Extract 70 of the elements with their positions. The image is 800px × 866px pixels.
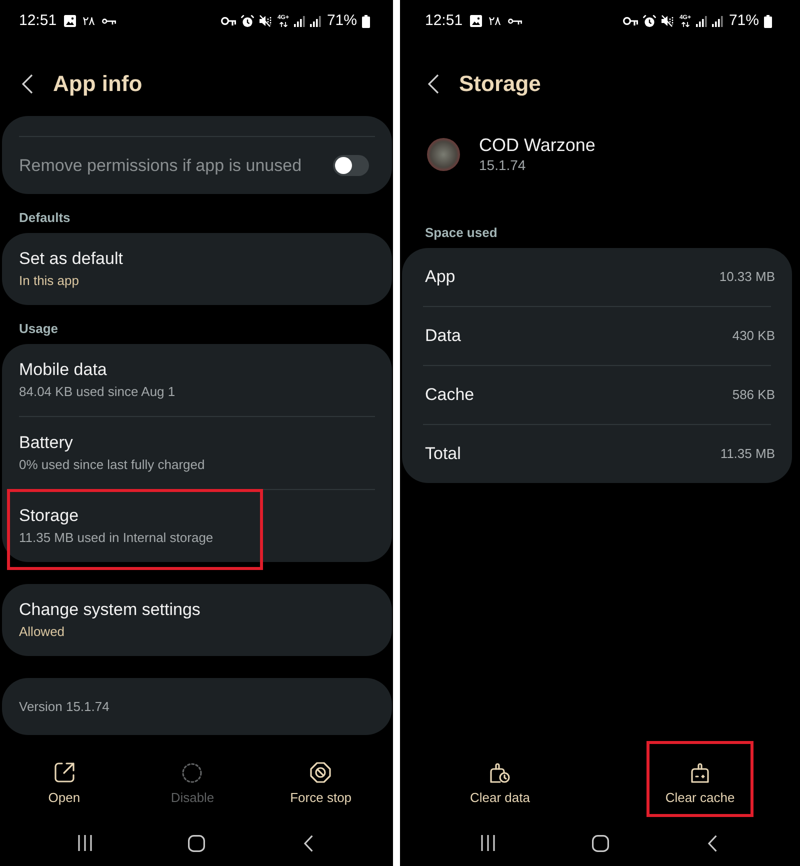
screen-title: Storage: [459, 70, 541, 98]
app-version: 15.1.74: [479, 156, 527, 174]
image-icon: [64, 15, 76, 27]
status-time: 12:51: [425, 12, 463, 30]
setting-title[interactable]: Set as default: [19, 248, 375, 270]
app-icon: [427, 138, 460, 170]
storage-value: 586 KB: [732, 386, 775, 404]
data-arrows-icon: [680, 22, 690, 27]
battery-percent: 71%: [326, 12, 357, 30]
back-icon: [22, 74, 32, 94]
open-button[interactable]: Open: [48, 750, 80, 815]
dashed-circle-icon: [182, 762, 202, 782]
key-icon: [221, 16, 236, 26]
battery-percent: 71%: [728, 12, 759, 30]
recents-icon: [481, 835, 495, 851]
force-stop-button[interactable]: Force stop: [290, 750, 352, 815]
battery-icon: [764, 14, 772, 28]
mute-icon: [259, 15, 272, 27]
back-icon: [708, 834, 716, 852]
back-icon: [304, 834, 313, 852]
section-heading: Usage: [19, 321, 60, 337]
key-icon: [102, 18, 116, 24]
home-icon: [592, 834, 608, 852]
setting-summary: In this app: [19, 272, 80, 290]
key-icon: [508, 18, 522, 24]
setting-summary: 84.04 KB used since Aug 1: [19, 383, 176, 401]
alarm-icon: [643, 14, 656, 28]
storage-label: Total: [425, 443, 461, 465]
signal-icon: [712, 16, 723, 26]
signal-icon: [294, 16, 305, 26]
section-heading: Defaults: [19, 210, 72, 226]
data-arrows-icon: [278, 22, 288, 27]
storage-label: Data: [425, 325, 461, 347]
version-text: Version 15.1.74: [19, 698, 110, 716]
status-time: 12:51: [19, 12, 57, 30]
storage-label: App: [425, 266, 456, 288]
storage-label: Cache: [425, 384, 474, 406]
setting-title[interactable]: Storage: [19, 505, 375, 527]
storage-value: 430 KB: [732, 327, 775, 345]
signal-icon: [310, 16, 321, 26]
app-name: COD Warzone: [479, 134, 596, 156]
setting-summary: 11.35 MB used in Internal storage: [19, 529, 214, 547]
storage-value: 11.35 MB: [720, 445, 775, 463]
brush-clock-icon: [489, 762, 510, 782]
clear-cache-button[interactable]: Clear cache: [665, 750, 735, 815]
brush-icon: [691, 762, 709, 782]
setting-summary: 0% used since last fully charged: [19, 456, 206, 474]
image-icon: [470, 15, 482, 27]
back-button[interactable]: [427, 73, 439, 95]
stop-octagon-icon: [310, 762, 332, 783]
alarm-icon: [241, 14, 254, 28]
section-heading: Space used: [425, 224, 498, 242]
setting-title[interactable]: Battery: [19, 432, 375, 454]
signal-icon: [696, 16, 707, 26]
setting-summary: Allowed: [19, 623, 66, 641]
key-icon: [623, 16, 638, 26]
clear-data-button[interactable]: Clear data: [470, 750, 530, 815]
setting-title[interactable]: Mobile data: [19, 359, 375, 381]
notification-date: ۲۸: [82, 14, 95, 28]
mute-icon: [661, 15, 674, 27]
notification-date: ۲۸: [488, 14, 501, 28]
setting-title[interactable]: Change system settings: [19, 599, 375, 621]
home-icon: [188, 834, 205, 852]
screen-title: App info: [53, 70, 142, 98]
recents-icon: [78, 835, 92, 851]
battery-icon: [362, 14, 370, 28]
storage-value: 10.33 MB: [719, 268, 775, 286]
external-link-icon: [54, 762, 75, 783]
back-icon: [428, 74, 438, 94]
back-button[interactable]: [21, 73, 33, 95]
